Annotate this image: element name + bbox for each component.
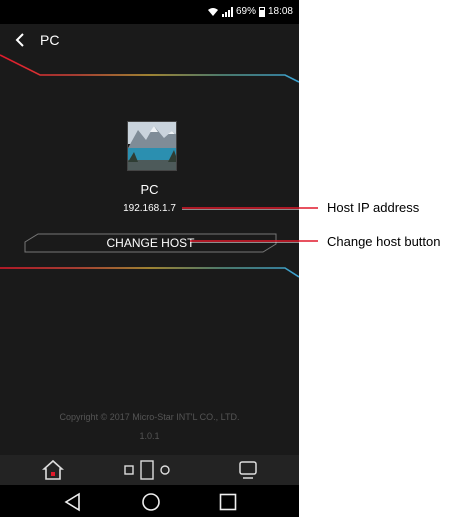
callout-change-host: Change host button — [327, 234, 441, 249]
callout-lines — [182, 207, 318, 243]
callout-host-ip: Host IP address — [327, 200, 420, 215]
